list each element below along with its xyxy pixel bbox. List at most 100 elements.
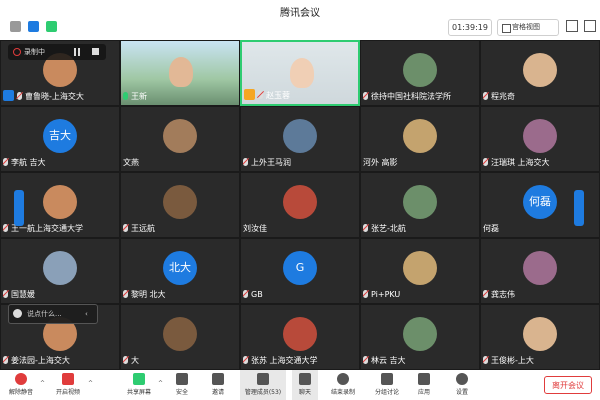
- participant-name: 张艺-北航: [371, 224, 406, 233]
- chevron-left-icon[interactable]: ‹: [85, 305, 88, 323]
- participant-name: 汪瑞琪 上海交大: [491, 158, 550, 167]
- pause-icon[interactable]: [74, 48, 80, 56]
- participant-tile[interactable]: 赵玉蓉: [240, 40, 360, 106]
- participant-name-bar: 徐持中国社科院法学所: [363, 90, 477, 103]
- mic-off-icon: [123, 224, 128, 232]
- participant-tile[interactable]: 林云 吉大: [360, 304, 480, 370]
- avatar: [283, 185, 317, 219]
- participant-name: 李航 吉大: [11, 158, 46, 167]
- mic-off-icon: [3, 158, 8, 166]
- participant-tile[interactable]: 张艺-北航: [360, 172, 480, 238]
- participant-tile[interactable]: 龚志伟: [480, 238, 600, 304]
- gear-icon: [456, 373, 468, 385]
- bottom-toolbar: 解除静音 ^ 开启视频 ^ 共享屏幕 ^ 安全 邀请 管理成员(53) 聊天 结…: [0, 370, 600, 400]
- mic-off-icon: [483, 92, 488, 100]
- chevron-up-icon[interactable]: ^: [40, 380, 45, 387]
- fullscreen-icon[interactable]: [566, 20, 578, 32]
- settings-label: 设置: [455, 389, 468, 396]
- settings-button[interactable]: 设置: [450, 370, 474, 400]
- next-page-button[interactable]: [574, 190, 584, 226]
- chat-button[interactable]: 聊天: [292, 370, 318, 400]
- participant-name: 徐持中国社科院法学所: [371, 92, 451, 101]
- participant-tile[interactable]: 大: [120, 304, 240, 370]
- view-mode-label: 宫格视图: [512, 23, 540, 31]
- title-bar: 腾讯会议 01:39:19 宫格视图: [0, 0, 600, 40]
- unmute-label: 解除静音: [8, 389, 33, 396]
- quick-chat-input[interactable]: 说点什么... ‹: [8, 304, 98, 324]
- apps-label: 应用: [417, 389, 430, 396]
- avatar: [163, 185, 197, 219]
- avatar: [403, 317, 437, 351]
- participant-tile[interactable]: 王新: [120, 40, 240, 106]
- participant-name-bar: 河外 高影: [363, 156, 477, 169]
- mic-off-icon: [123, 356, 128, 364]
- security-label: 安全: [175, 389, 188, 396]
- signal-icon[interactable]: [46, 21, 57, 32]
- breakout-label: 分组讨论: [374, 389, 399, 396]
- breakout-rooms-button[interactable]: 分组讨论: [370, 370, 404, 400]
- view-mode-button[interactable]: 宫格视图: [497, 19, 559, 36]
- manage-members-button[interactable]: 管理成员(53): [240, 370, 286, 400]
- participant-name-bar: 姜法园-上海交大: [3, 354, 117, 367]
- participant-tile[interactable]: 河外 高影: [360, 106, 480, 172]
- participant-name: 文燕: [123, 158, 139, 167]
- participant-tile[interactable]: 刘汝佳: [240, 172, 360, 238]
- smile-icon[interactable]: [13, 309, 22, 318]
- participant-name: 黎明 北大: [131, 290, 166, 299]
- participant-tile[interactable]: 张苏 上海交通大学: [240, 304, 360, 370]
- shield-icon[interactable]: [28, 21, 39, 32]
- participant-tile[interactable]: G GB: [240, 238, 360, 304]
- chevron-up-icon[interactable]: ^: [88, 380, 93, 387]
- unmute-button[interactable]: 解除静音: [4, 370, 38, 400]
- prev-page-button[interactable]: [14, 190, 24, 226]
- stop-icon[interactable]: [92, 48, 99, 55]
- share-screen-label: 共享屏幕: [126, 389, 151, 396]
- participant-tile[interactable]: 国慧媛: [0, 238, 120, 304]
- participant-name: 程兆奇: [491, 92, 515, 101]
- mic-off-icon: [363, 224, 368, 232]
- participant-name: 王新: [131, 92, 147, 101]
- apps-icon: [418, 373, 430, 385]
- manage-members-label: 管理成员(53): [244, 389, 282, 396]
- avatar: 何磊: [523, 185, 557, 219]
- participant-name-bar: 刘汝佳: [243, 222, 357, 235]
- participant-tile[interactable]: 王远航: [120, 172, 240, 238]
- mic-off-icon: [3, 224, 8, 232]
- share-screen-icon: [133, 373, 145, 385]
- invite-button[interactable]: 邀请: [206, 370, 230, 400]
- participant-name-bar: 曹鲁晓-上海交大: [3, 90, 117, 103]
- apps-button[interactable]: 应用: [412, 370, 436, 400]
- grid-icon: [502, 24, 511, 33]
- participant-tile[interactable]: 北大 黎明 北大: [120, 238, 240, 304]
- avatar: [403, 251, 437, 285]
- invite-label: 邀请: [211, 389, 224, 396]
- camera-off-icon: [62, 373, 74, 385]
- chevron-up-icon[interactable]: ^: [158, 380, 163, 387]
- participant-tile[interactable]: 程兆奇: [480, 40, 600, 106]
- participant-tile[interactable]: 徐持中国社科院法学所: [360, 40, 480, 106]
- avatar: [283, 119, 317, 153]
- participant-name-bar: 李航 吉大: [3, 156, 117, 169]
- stop-recording-button[interactable]: 结束录制: [326, 370, 360, 400]
- share-screen-button[interactable]: 共享屏幕: [122, 370, 156, 400]
- participant-name-bar: 汪瑞琪 上海交大: [483, 156, 597, 169]
- info-icon[interactable]: [10, 21, 21, 32]
- participant-tile[interactable]: 上外王马润: [240, 106, 360, 172]
- avatar: 吉大: [43, 119, 77, 153]
- participant-tile[interactable]: 文燕: [120, 106, 240, 172]
- participant-name-bar: 张苏 上海交通大学: [243, 354, 357, 367]
- participant-tile[interactable]: 王俊彬-上大: [480, 304, 600, 370]
- participant-name-bar: 大: [123, 354, 237, 367]
- start-video-button[interactable]: 开启视频: [50, 370, 86, 400]
- security-button[interactable]: 安全: [170, 370, 194, 400]
- participant-tile[interactable]: 汪瑞琪 上海交大: [480, 106, 600, 172]
- leave-meeting-button[interactable]: 离开会议: [544, 376, 592, 394]
- stop-recording-label: 结束录制: [330, 389, 355, 396]
- participant-tile[interactable]: Pi+PKU: [360, 238, 480, 304]
- participant-name: 大: [131, 356, 139, 365]
- participant-name: 龚志伟: [491, 290, 515, 299]
- avatar: [403, 53, 437, 87]
- participant-name: 何磊: [483, 224, 499, 233]
- participant-tile[interactable]: 吉大李航 吉大: [0, 106, 120, 172]
- expand-icon[interactable]: [584, 20, 596, 32]
